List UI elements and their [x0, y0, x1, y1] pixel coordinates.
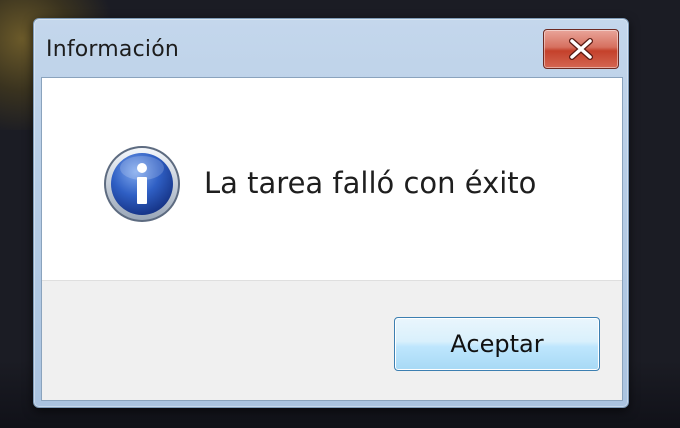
close-icon [569, 38, 593, 60]
message-text: La tarea falló con éxito [204, 166, 537, 200]
button-bar: Aceptar [42, 280, 622, 400]
close-button[interactable] [543, 29, 619, 69]
message-area: La tarea falló con éxito [42, 78, 622, 280]
ok-button[interactable]: Aceptar [394, 317, 600, 371]
window-title: Información [46, 37, 180, 62]
dialog-body: La tarea falló con éxito Aceptar [41, 77, 623, 401]
message-dialog: Información La tarea falló con éxito Ace… [33, 18, 629, 408]
info-icon [104, 146, 180, 222]
title-bar[interactable]: Información [34, 19, 628, 77]
